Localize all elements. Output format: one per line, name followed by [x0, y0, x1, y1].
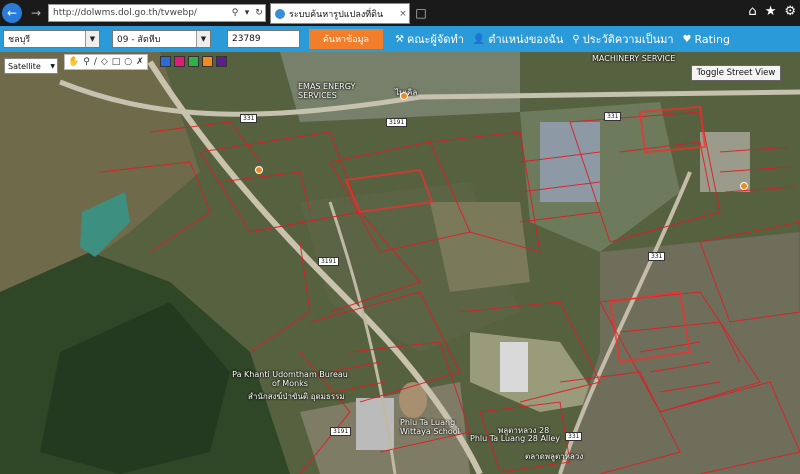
- place-label: สำนักสงฆ์ป่าขันติ อุดมธรรม: [248, 392, 345, 401]
- road-shield: 331: [648, 252, 666, 261]
- map-type-select[interactable]: Satellite ▼: [4, 58, 58, 74]
- chevron-down-icon[interactable]: ▼: [50, 63, 55, 70]
- map-imagery[interactable]: [0, 52, 800, 474]
- chevron-down-icon[interactable]: ▼: [196, 31, 210, 47]
- district-value: 09 - สัตหีบ: [117, 35, 161, 45]
- tools-icon: ⚒: [395, 33, 404, 45]
- color-swatch[interactable]: [174, 56, 185, 67]
- menu-item-label: ตำแหน่งของฉัน: [488, 33, 564, 46]
- menu-item-rating[interactable]: ♥ Rating: [683, 30, 730, 48]
- eraser-icon[interactable]: ✗: [136, 57, 144, 67]
- chevron-down-icon[interactable]: ▼: [85, 31, 99, 47]
- road-shield: 331: [240, 114, 258, 123]
- user-icon: 👤: [472, 33, 486, 45]
- address-bar[interactable]: http://dolwms.dol.go.th/tvwebp/ ⚲ ▾ ↻: [48, 4, 266, 22]
- search-icon[interactable]: ⚲: [229, 8, 241, 18]
- road-shield: 331: [604, 112, 622, 121]
- drawing-toolbar: ✋ ⚲ ∕ ◇ □ ○ ✗: [64, 54, 148, 70]
- gear-icon[interactable]: ⚙: [784, 4, 796, 19]
- back-arrow-icon[interactable]: ←: [2, 3, 22, 23]
- menu-item-label: ประวัติความเป็นมา: [582, 33, 674, 46]
- place-marker[interactable]: [255, 166, 263, 174]
- tab-favicon: [275, 8, 285, 19]
- browser-actions: ⌂ ★ ⚙: [748, 4, 796, 19]
- top-menu: ⚒ คณะผู้จัดทำ 👤 ตำแหน่งของฉัน ⚲ ประวัติค…: [395, 30, 730, 48]
- circle-icon[interactable]: ○: [124, 57, 132, 67]
- toggle-street-view-button[interactable]: Toggle Street View: [691, 65, 781, 81]
- refresh-icon[interactable]: ↻: [253, 8, 265, 18]
- menu-item-my-location[interactable]: 👤 ตำแหน่งของฉัน: [473, 30, 564, 48]
- tab-close-icon[interactable]: ×: [397, 9, 409, 19]
- color-swatch[interactable]: [202, 56, 213, 67]
- road-shield: 3191: [330, 427, 352, 436]
- dropdown-icon[interactable]: ▾: [241, 8, 253, 18]
- hand-icon[interactable]: ✋: [68, 57, 79, 67]
- place-label: MACHINERY SERVICE: [592, 54, 676, 63]
- home-icon[interactable]: ⌂: [748, 4, 756, 19]
- place-label: ตลาดพลูตาหลวง: [525, 452, 584, 461]
- polyline-icon[interactable]: ∕: [94, 57, 97, 67]
- road-shield: 331: [565, 432, 583, 441]
- marker-icon[interactable]: ⚲: [83, 57, 90, 67]
- star-icon[interactable]: ★: [765, 4, 777, 19]
- place-marker[interactable]: [400, 92, 408, 100]
- province-select[interactable]: ชลบุรี ▼: [3, 30, 100, 48]
- menu-item-label: Rating: [694, 32, 730, 46]
- color-swatch[interactable]: [216, 56, 227, 67]
- road-shield: 3191: [386, 118, 408, 127]
- parcel-number-input[interactable]: 23789: [227, 30, 300, 48]
- new-tab-icon[interactable]: □: [413, 6, 429, 22]
- tab-title: ระบบค้นหารูปแปลงที่ดิน: [289, 9, 384, 20]
- polygon-icon[interactable]: ◇: [101, 57, 108, 67]
- satellite-map[interactable]: 331 3191 3191 331 331 3191 331 EMAS ENER…: [0, 52, 800, 474]
- place-label: Pa Khanti Udomtham Bureau of Monks: [232, 370, 348, 388]
- browser-window: ← → http://dolwms.dol.go.th/tvwebp/ ⚲ ▾ …: [0, 0, 800, 474]
- forward-arrow-icon[interactable]: →: [26, 3, 46, 23]
- place-label: Phlu Ta Luang 28 Alley: [470, 434, 561, 443]
- color-swatch[interactable]: [160, 56, 171, 67]
- history-icon: ⚲: [572, 33, 580, 45]
- menu-item-label: คณะผู้จัดทำ: [406, 33, 464, 46]
- rectangle-icon[interactable]: □: [112, 57, 121, 67]
- place-marker[interactable]: [740, 182, 748, 190]
- app-toolbar: ชลบุรี ▼ 09 - สัตหีบ ▼ 23789 ค้นหาข้อมูล…: [0, 26, 800, 52]
- road-shield: 3191: [318, 257, 340, 266]
- browser-tab[interactable]: ระบบค้นหารูปแปลงที่ดิน ×: [270, 3, 410, 24]
- search-button[interactable]: ค้นหาข้อมูล: [309, 29, 383, 49]
- parcel-number-value[interactable]: 23789: [232, 34, 261, 44]
- map-type-value: Satellite: [8, 61, 41, 71]
- color-swatch[interactable]: [188, 56, 199, 67]
- menu-item-team[interactable]: ⚒ คณะผู้จัดทำ: [395, 30, 464, 48]
- address-url[interactable]: http://dolwms.dol.go.th/tvwebp/: [53, 8, 229, 18]
- tag-icon: ♥: [682, 33, 692, 45]
- province-value: ชลบุรี: [8, 35, 31, 45]
- browser-chrome: ← → http://dolwms.dol.go.th/tvwebp/ ⚲ ▾ …: [0, 0, 800, 26]
- menu-item-history[interactable]: ⚲ ประวัติความเป็นมา: [572, 30, 673, 48]
- place-label: EMAS ENERGY SERVICES: [298, 82, 356, 100]
- place-label: Phlu Ta Luang Wittaya School: [400, 418, 460, 436]
- district-select[interactable]: 09 - สัตหีบ ▼: [112, 30, 211, 48]
